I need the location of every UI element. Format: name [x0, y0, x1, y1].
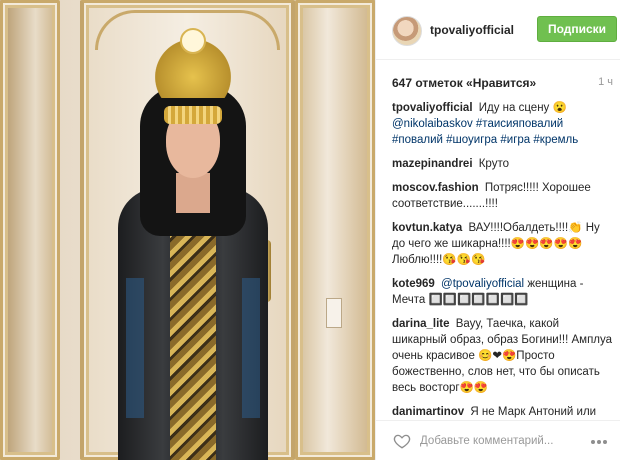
comment-author[interactable]: darina_lite — [392, 318, 450, 330]
ellipsis-icon[interactable] — [590, 439, 608, 445]
crown-disc — [180, 28, 206, 54]
follow-button[interactable]: Подписки — [537, 16, 617, 42]
door-frame-right — [295, 0, 375, 460]
list-item: darina_lite Вауу, Таечка, какой шикарный… — [392, 316, 616, 396]
post-header: tpovaliyofficial Подписки — [376, 0, 620, 60]
comment-author[interactable]: kote969 — [392, 278, 435, 290]
comment-tags[interactable]: @nikolaibaskov #таисияповалий #повалий #… — [392, 118, 578, 146]
comment-author[interactable]: kovtun.katya — [392, 222, 462, 234]
comment-text: Иду на сцену 😮 — [478, 102, 567, 114]
username[interactable]: tpovaliyofficial — [430, 23, 514, 37]
post-time[interactable]: 1 ч — [598, 76, 613, 88]
comment-input[interactable] — [420, 432, 580, 450]
comment-author[interactable]: tpovaliyofficial — [392, 102, 473, 114]
list-item: moscov.fashion Потряс!!!!! Хорошее соотв… — [392, 180, 616, 212]
comment-list: tpovaliyofficial Иду на сцену 😮 @nikolai… — [392, 100, 616, 422]
avatar[interactable] — [392, 16, 422, 46]
comment-text: Круто — [478, 158, 509, 170]
door-frame-left — [0, 0, 60, 460]
list-item: tpovaliyofficial Иду на сцену 😮 @nikolai… — [392, 100, 616, 148]
comment-author[interactable]: danimartinov — [392, 406, 464, 418]
cape-accent-left — [126, 278, 144, 418]
list-item: kote969 @tpovaliyofficial женщина - Мечт… — [392, 276, 616, 308]
comment-author[interactable]: mazepinandrei — [392, 158, 473, 170]
comment-bar — [376, 420, 620, 460]
comment-mention[interactable]: @tpovaliyofficial — [441, 278, 524, 290]
comment-author[interactable]: moscov.fashion — [392, 182, 479, 194]
likes-row: 647 отметок «Нравится» 1 ч — [392, 76, 617, 92]
costumed-woman — [118, 28, 268, 460]
list-item: mazepinandrei Круто — [392, 156, 616, 172]
list-item: kovtun.katya ВАУ!!!!Обалдеть!!!!👏 Ну до … — [392, 220, 616, 268]
cape-accent-right — [242, 278, 260, 418]
wall-plate — [326, 298, 342, 328]
neck — [176, 173, 210, 213]
post-photo[interactable] — [0, 0, 375, 460]
post-sidebar: tpovaliyofficial Подписки 647 отметок «Н… — [375, 0, 620, 460]
heart-icon[interactable] — [393, 432, 411, 450]
gold-dress — [170, 203, 216, 460]
gold-headband — [164, 106, 222, 124]
likes-count[interactable]: 647 отметок «Нравится» — [392, 76, 536, 90]
